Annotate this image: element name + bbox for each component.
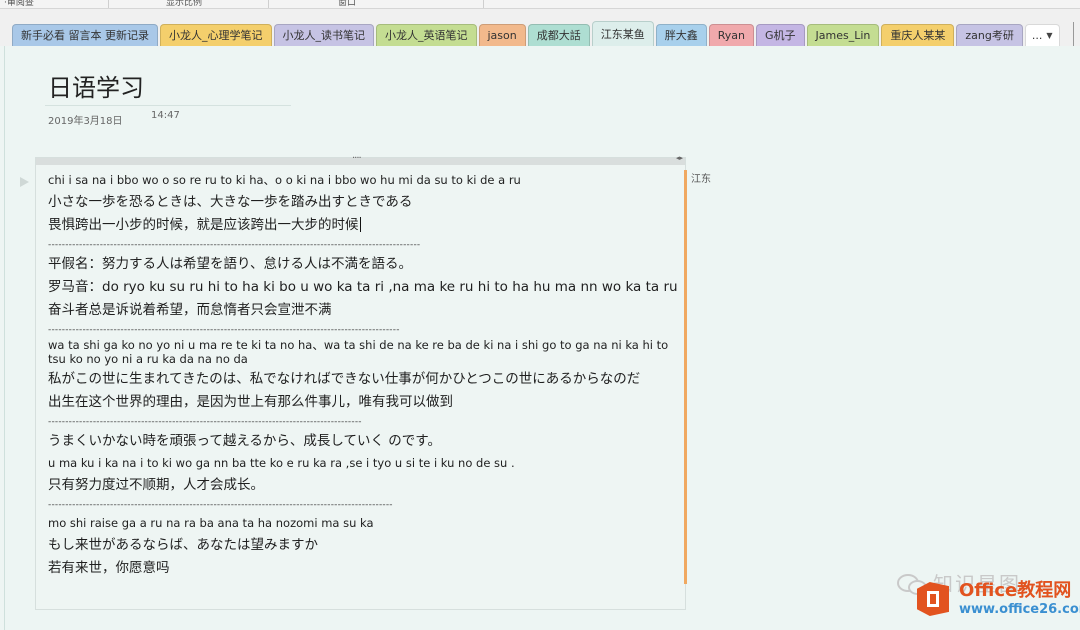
note-page: 日语学习 2019年3月18日 14:47 ···· ◂▸ chi i sa n…: [4, 46, 1080, 630]
ribbon-separator: [108, 0, 109, 8]
separator-line[interactable]: ----------------------------------------…: [48, 414, 678, 430]
section-tab-label: G机子: [765, 29, 796, 42]
separator-line[interactable]: ----------------------------------------…: [48, 237, 678, 253]
note-line[interactable]: 若有来世，你愿意吗: [48, 557, 678, 580]
section-tab[interactable]: 小龙人_英语笔记: [376, 24, 477, 46]
section-tab[interactable]: jason: [479, 24, 526, 46]
note-text[interactable]: chi i sa na i bbo wo o so re ru to ki ha…: [48, 170, 678, 580]
ribbon-separator: [268, 0, 269, 8]
resize-arrows-icon[interactable]: ◂▸: [676, 154, 683, 162]
ribbon-item[interactable]: 窗口: [338, 0, 356, 8]
ribbon-item[interactable]: 显示比例: [166, 0, 202, 8]
author-label: 江东: [691, 170, 711, 185]
section-tab-bar: 新手必看 留言本 更新记录 小龙人_心理学笔记 小龙人_读书笔记 小龙人_英语笔记 ja…: [0, 9, 1080, 46]
note-line[interactable]: 出生在这个世界的理由，是因为世上有那么件事儿，唯有我可以做到: [48, 391, 678, 414]
page-title[interactable]: 日语学习: [48, 68, 144, 103]
office26-watermark: Office教程网 www.office26.com: [915, 578, 1080, 620]
section-tab-label: zang考研: [965, 29, 1013, 42]
section-tab[interactable]: 重庆人某某: [881, 24, 954, 46]
section-tab-label: James_Lin: [816, 29, 871, 42]
note-container[interactable]: ···· ◂▸ chi i sa na i bbo wo o so re ru …: [35, 157, 686, 610]
section-tab-label: 成都大話: [537, 29, 581, 42]
author-indicator-bar: [684, 170, 687, 584]
ribbon-item[interactable]: ·审阅查: [4, 0, 34, 8]
note-line[interactable]: うまくいかない時を頑張って越えるから、成長していく のです。: [48, 430, 678, 453]
section-tab-label: 小龙人_心理学笔记: [169, 29, 263, 42]
text-caret: [360, 217, 361, 232]
section-tab[interactable]: zang考研: [956, 24, 1022, 46]
tabbar-divider: [1073, 22, 1074, 46]
section-tab[interactable]: 江东某鱼: [592, 21, 654, 46]
page-date: 2019年3月18日: [48, 112, 123, 127]
note-line[interactable]: wa ta shi ga ko no yo ni u ma re te ki t…: [48, 338, 678, 368]
section-tab-label: 胖大鑫: [665, 29, 698, 42]
watermark-brand: Office教程网: [959, 582, 1080, 600]
section-tab-label: 小龙人_英语笔记: [385, 29, 468, 42]
note-line[interactable]: chi i sa na i bbo wo o so re ru to ki ha…: [48, 170, 678, 191]
section-tab-label: Ryan: [718, 29, 745, 42]
note-line[interactable]: 只有努力度过不顺期，人才会成长。: [48, 474, 678, 497]
separator-line[interactable]: ----------------------------------------…: [48, 322, 678, 338]
page-time: 14:47: [151, 110, 180, 121]
drag-handle-icon[interactable]: ····: [352, 153, 361, 164]
paragraph-handle-icon[interactable]: [20, 177, 29, 187]
section-tab[interactable]: James_Lin: [807, 24, 880, 46]
section-tab[interactable]: 胖大鑫: [656, 24, 707, 46]
section-tab[interactable]: 小龙人_读书笔记: [274, 24, 375, 46]
note-line[interactable]: 畏惧跨出一小步的时候，就是应该跨出一大步的时候: [48, 214, 678, 237]
ribbon-strip: ·审阅查 显示比例 窗口: [0, 0, 1080, 9]
section-tab-label: 新手必看 留言本 更新记录: [21, 29, 149, 42]
container-drag-bar[interactable]: ···· ◂▸: [36, 158, 685, 165]
title-underline: [45, 105, 291, 106]
office-logo-icon: [915, 578, 953, 620]
section-tab-label: jason: [488, 29, 517, 42]
section-tab[interactable]: Ryan: [709, 24, 754, 46]
section-tab[interactable]: G机子: [756, 24, 805, 46]
section-tab-label: 重庆人某某: [890, 29, 945, 42]
section-tab[interactable]: 新手必看 留言本 更新记录: [12, 24, 158, 46]
note-line[interactable]: 小さな一歩を恐るときは、大きな一歩を踏み出すときである: [48, 191, 678, 214]
note-line[interactable]: 平假名：努力する人は希望を語り、怠ける人は不満を語る。: [48, 253, 678, 276]
note-line[interactable]: 罗马音：do ryo ku su ru hi to ha ki bo u wo …: [48, 276, 678, 299]
section-tab-label: 小龙人_读书笔记: [283, 29, 366, 42]
watermark-url: www.office26.com: [959, 603, 1080, 616]
separator-line[interactable]: ----------------------------------------…: [48, 497, 678, 513]
note-line[interactable]: mo shi raise ga a ru na ra ba ana ta ha …: [48, 513, 678, 534]
section-tab-label: ...: [1032, 25, 1043, 47]
tab-overflow-menu[interactable]: ...▼: [1025, 24, 1060, 46]
note-line[interactable]: u ma ku i ka na i to ki wo ga nn ba tte …: [48, 453, 678, 474]
section-tab[interactable]: 成都大話: [528, 24, 590, 46]
note-line[interactable]: もし来世があるならば、あなたは望みますか: [48, 534, 678, 557]
chevron-down-icon: ▼: [1046, 25, 1052, 47]
ribbon-separator: [483, 0, 484, 8]
section-tabs: 新手必看 留言本 更新记录 小龙人_心理学笔记 小龙人_读书笔记 小龙人_英语笔记 ja…: [12, 22, 1062, 46]
section-tab[interactable]: 小龙人_心理学笔记: [160, 24, 272, 46]
section-tab-label: 江东某鱼: [601, 28, 645, 41]
note-line[interactable]: 奋斗者总是诉说着希望，而怠惰者只会宣泄不满: [48, 299, 678, 322]
note-line[interactable]: 私がこの世に生まれてきたのは、私でなければできない仕事が何かひとつこの世にあるか…: [48, 368, 678, 391]
